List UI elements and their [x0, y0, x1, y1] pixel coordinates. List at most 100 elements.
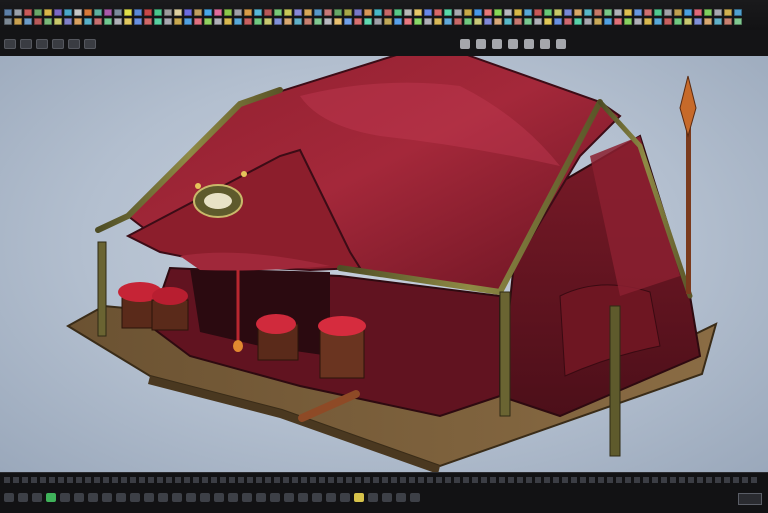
shelf-tool-icon[interactable] [264, 9, 272, 16]
shelf-tool-icon[interactable] [434, 18, 442, 25]
playback-button[interactable] [4, 493, 14, 502]
shelf-tool-icon[interactable] [354, 18, 362, 25]
shelf-tool-icon[interactable] [374, 18, 382, 25]
shelf-tool-icon[interactable] [384, 18, 392, 25]
shelf-tool-icon[interactable] [244, 9, 252, 16]
transform-tool-button[interactable] [84, 39, 96, 49]
transform-tool-button[interactable] [20, 39, 32, 49]
shelf-tool-icon[interactable] [344, 9, 352, 16]
transform-tool-button[interactable] [4, 39, 16, 49]
playback-button[interactable] [382, 493, 392, 502]
shelf-tool-icon[interactable] [554, 9, 562, 16]
shelf-tool-icon[interactable] [464, 18, 472, 25]
shelf-tool-icon[interactable] [204, 9, 212, 16]
shelf-tool-icon[interactable] [514, 9, 522, 16]
shelf-tool-icon[interactable] [724, 9, 732, 16]
playback-button[interactable] [200, 493, 210, 502]
shelf-tool-icon[interactable] [64, 18, 72, 25]
shelf-tool-icon[interactable] [704, 9, 712, 16]
shelf-tool-icon[interactable] [194, 9, 202, 16]
shelf-tool-icon[interactable] [134, 9, 142, 16]
shelf-tool-icon[interactable] [634, 9, 642, 16]
view-tool-button[interactable] [524, 39, 534, 49]
shelf-tool-icon[interactable] [14, 9, 22, 16]
playback-button[interactable] [326, 493, 336, 502]
playback-button[interactable] [116, 493, 126, 502]
view-tool-button[interactable] [476, 39, 486, 49]
shelf-tool-icon[interactable] [484, 9, 492, 16]
shelf-tool-icon[interactable] [24, 9, 32, 16]
shelf-tool-icon[interactable] [354, 9, 362, 16]
shelf-tool-icon[interactable] [74, 9, 82, 16]
shelf-tool-icon[interactable] [394, 9, 402, 16]
shelf-tool-icon[interactable] [254, 18, 262, 25]
shelf-tool-icon[interactable] [524, 18, 532, 25]
shelf-tool-icon[interactable] [704, 18, 712, 25]
shelf-tool-icon[interactable] [84, 18, 92, 25]
playback-button[interactable] [144, 493, 154, 502]
shelf-tool-icon[interactable] [494, 18, 502, 25]
shelf-tool-icon[interactable] [64, 9, 72, 16]
shelf-tool-icon[interactable] [334, 9, 342, 16]
shelf-tool-icon[interactable] [534, 9, 542, 16]
shelf-tool-icon[interactable] [34, 9, 42, 16]
shelf-tool-icon[interactable] [74, 18, 82, 25]
shelf-tool-icon[interactable] [584, 9, 592, 16]
shelf-tool-icon[interactable] [234, 9, 242, 16]
shelf-tool-icon[interactable] [564, 9, 572, 16]
shelf-tool-icon[interactable] [294, 18, 302, 25]
playback-button[interactable] [60, 493, 70, 502]
shelf-tool-icon[interactable] [224, 18, 232, 25]
transform-tool-button[interactable] [52, 39, 64, 49]
shelf-tool-icon[interactable] [314, 18, 322, 25]
playback-button[interactable] [88, 493, 98, 502]
playback-button[interactable] [186, 493, 196, 502]
shelf-tool-icon[interactable] [664, 18, 672, 25]
shelf-tool-icon[interactable] [674, 9, 682, 16]
shelf-tool-icon[interactable] [544, 18, 552, 25]
shelf-tool-icon[interactable] [504, 9, 512, 16]
shelf-tool-icon[interactable] [94, 18, 102, 25]
shelf-tool-icon[interactable] [334, 18, 342, 25]
playback-button[interactable] [74, 493, 84, 502]
shelf-tool-icon[interactable] [694, 18, 702, 25]
shelf-tool-icon[interactable] [734, 18, 742, 25]
shelf-tool-icon[interactable] [604, 18, 612, 25]
shelf-tool-icon[interactable] [344, 18, 352, 25]
shelf-tool-icon[interactable] [304, 9, 312, 16]
shelf-tool-icon[interactable] [134, 18, 142, 25]
shelf-tool-icon[interactable] [264, 18, 272, 25]
shelf-tool-icon[interactable] [394, 18, 402, 25]
shelf-tool-icon[interactable] [274, 9, 282, 16]
shelf-tool-icon[interactable] [204, 18, 212, 25]
shelf-tool-icon[interactable] [514, 18, 522, 25]
shelf-tool-icon[interactable] [54, 18, 62, 25]
shelf-tool-icon[interactable] [154, 18, 162, 25]
playback-button[interactable] [242, 493, 252, 502]
shelf-tool-icon[interactable] [4, 18, 12, 25]
shelf-tool-icon[interactable] [464, 9, 472, 16]
playback-button[interactable] [354, 493, 364, 502]
playback-button[interactable] [172, 493, 182, 502]
shelf-tool-icon[interactable] [524, 9, 532, 16]
shelf-tool-icon[interactable] [364, 18, 372, 25]
shelf-tool-icon[interactable] [284, 9, 292, 16]
shelf-tool-icon[interactable] [564, 18, 572, 25]
shelf-tool-icon[interactable] [304, 18, 312, 25]
shelf-tool-icon[interactable] [624, 9, 632, 16]
playback-button[interactable] [270, 493, 280, 502]
shelf-tool-icon[interactable] [434, 9, 442, 16]
shelf-tool-icon[interactable] [414, 9, 422, 16]
shelf-tool-icon[interactable] [384, 9, 392, 16]
shelf-tool-icon[interactable] [164, 9, 172, 16]
shelf-tool-icon[interactable] [554, 18, 562, 25]
frame-field[interactable] [738, 493, 762, 505]
shelf-tool-icon[interactable] [404, 9, 412, 16]
shelf-tool-icon[interactable] [124, 18, 132, 25]
shelf-tool-icon[interactable] [504, 18, 512, 25]
view-tool-button[interactable] [556, 39, 566, 49]
playback-button[interactable] [46, 493, 56, 502]
shelf-tool-icon[interactable] [584, 18, 592, 25]
shelf-tool-icon[interactable] [254, 9, 262, 16]
playback-button[interactable] [312, 493, 322, 502]
